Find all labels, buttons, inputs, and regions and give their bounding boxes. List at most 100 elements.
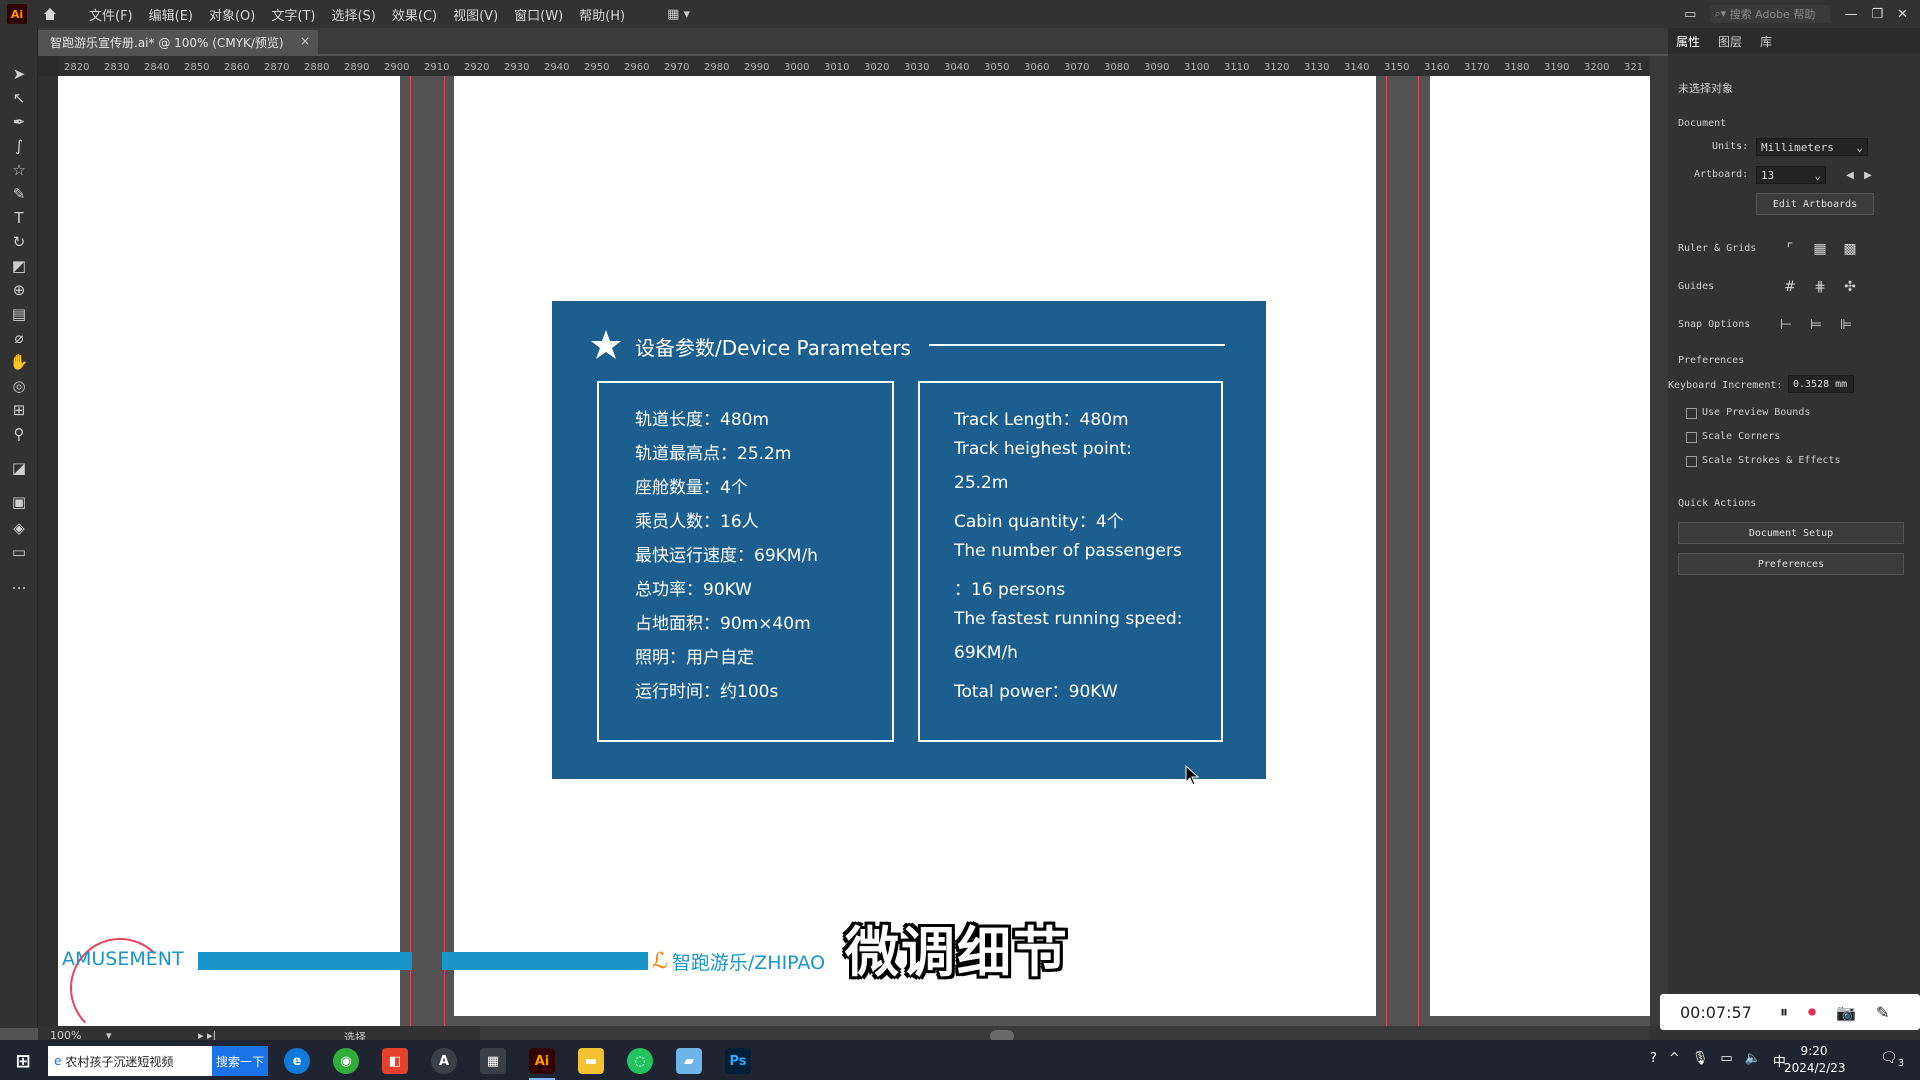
- zoom-tool-icon[interactable]: ⚲: [8, 424, 30, 444]
- volume-icon[interactable]: 🔈: [1745, 1051, 1761, 1070]
- document-tab[interactable]: 智跑游乐宣传册.ai* @ 100% (CMYK/预览) ×: [38, 30, 318, 54]
- screen-mode-icon[interactable]: ▭: [8, 542, 30, 562]
- close-window-icon[interactable]: ✕: [1897, 7, 1908, 22]
- menu-window[interactable]: 窗口(W): [506, 5, 571, 24]
- vertical-scrollbar[interactable]: [1650, 56, 1668, 1026]
- paintbrush-tool-icon[interactable]: ✎: [8, 184, 30, 204]
- tab-properties[interactable]: 属性: [1676, 33, 1700, 50]
- guide-line[interactable]: [1418, 76, 1419, 1026]
- minimize-icon[interactable]: —: [1844, 7, 1857, 22]
- artboard-right[interactable]: [1430, 76, 1650, 1016]
- photoshop-taskbar-icon[interactable]: Ps: [725, 1048, 751, 1074]
- document-setup-button[interactable]: Document Setup: [1678, 522, 1904, 544]
- eyedropper-tool-icon[interactable]: ⌀: [8, 328, 30, 348]
- pen-tool-icon[interactable]: ✒: [8, 112, 30, 132]
- microphone-icon[interactable]: 🎙: [1692, 1051, 1709, 1070]
- star-tool-icon[interactable]: ☆: [8, 160, 30, 180]
- edge-browser-icon[interactable]: e: [284, 1048, 310, 1074]
- horizontal-ruler[interactable]: 2820 2830 2840 2850 2860 2870 2880 2890 2900 2910…: [58, 56, 1650, 76]
- close-tab-icon[interactable]: ×: [300, 34, 310, 48]
- artboard-tool-icon[interactable]: ⊞: [8, 400, 30, 420]
- taskbar-search-input[interactable]: e 农村孩子沉迷短视频: [48, 1046, 212, 1076]
- browser-green-icon[interactable]: ◉: [333, 1048, 359, 1074]
- notification-center-icon[interactable]: 🗨3: [1880, 1050, 1904, 1069]
- network-icon[interactable]: ▭: [1720, 1051, 1732, 1070]
- help-search-input[interactable]: ⌕▾ 搜索 Adobe 帮助: [1710, 5, 1831, 23]
- menu-edit[interactable]: 编辑(E): [141, 5, 201, 24]
- stop-record-icon[interactable]: ⏺: [1808, 1002, 1816, 1022]
- smart-guides-icon[interactable]: ✣: [1840, 277, 1860, 297]
- rotate-tool-icon[interactable]: ↻: [8, 232, 30, 252]
- more-tools-icon[interactable]: …: [8, 574, 30, 594]
- menu-object[interactable]: 对象(O): [201, 5, 263, 24]
- grid-icon[interactable]: ▦: [1810, 239, 1830, 259]
- guide-line[interactable]: [1386, 76, 1387, 1026]
- pause-icon[interactable]: ⏸: [1780, 1002, 1788, 1022]
- vertical-ruler[interactable]: [38, 76, 58, 1026]
- eraser-tool-icon[interactable]: ◩: [8, 256, 30, 276]
- help-icon[interactable]: ?: [1650, 1051, 1657, 1070]
- ruler-corner[interactable]: [38, 56, 58, 76]
- curvature-tool-icon[interactable]: ∫: [8, 136, 30, 156]
- wechat-icon[interactable]: ◌: [627, 1048, 653, 1074]
- artboard-left[interactable]: [58, 76, 400, 1026]
- windows-start-icon[interactable]: ⊞: [10, 1048, 36, 1074]
- menu-effect[interactable]: 效果(C): [384, 5, 445, 24]
- chevron-up-icon[interactable]: ^: [1669, 1051, 1680, 1070]
- search-button[interactable]: 搜索一下: [212, 1046, 268, 1076]
- taskbar-clock[interactable]: 9:20 2024/2/23: [1784, 1043, 1846, 1077]
- app-a-icon[interactable]: A: [431, 1048, 457, 1074]
- panel-layout-icon[interactable]: ▭: [1684, 7, 1696, 22]
- menu-view[interactable]: 视图(V): [445, 5, 506, 24]
- chevron-down-icon: ⌄: [1814, 168, 1821, 182]
- device-parameters-card[interactable]: 设备参数/Device Parameters 轨道长度：480m 轨道最高点：25…: [552, 301, 1266, 779]
- canvas[interactable]: 设备参数/Device Parameters 轨道长度：480m 轨道最高点：25…: [58, 76, 1650, 1026]
- calculator-icon[interactable]: ▦: [480, 1048, 506, 1074]
- transparency-grid-icon[interactable]: ▩: [1840, 239, 1860, 259]
- previous-artboard-icon[interactable]: ◀: [1840, 165, 1860, 185]
- snap-to-point-icon[interactable]: ⊢: [1776, 315, 1796, 335]
- notes-app-icon[interactable]: ▰: [676, 1048, 702, 1074]
- color-mode-icon[interactable]: ▣: [8, 492, 30, 512]
- puppet-warp-tool-icon[interactable]: ✋: [8, 352, 30, 372]
- workspace-switcher-icon[interactable]: ▦ ▾: [667, 7, 690, 22]
- ruler-icon[interactable]: ⌜: [1780, 239, 1800, 259]
- menu-file[interactable]: 文件(F): [81, 5, 141, 24]
- blend-tool-icon[interactable]: ◎: [8, 376, 30, 396]
- app-red-icon[interactable]: ◧: [382, 1048, 408, 1074]
- file-explorer-icon[interactable]: ▬: [578, 1048, 604, 1074]
- next-artboard-icon[interactable]: ▶: [1858, 165, 1878, 185]
- use-preview-bounds-checkbox[interactable]: [1686, 408, 1697, 419]
- guide-line[interactable]: [444, 76, 445, 1026]
- draw-mode-icon[interactable]: ◈: [8, 518, 30, 538]
- scale-corners-checkbox[interactable]: [1686, 432, 1697, 443]
- illustrator-taskbar-icon[interactable]: Ai: [529, 1048, 555, 1074]
- show-guides-icon[interactable]: #: [1780, 277, 1800, 297]
- direct-selection-tool-icon[interactable]: ↖: [8, 88, 30, 108]
- home-icon[interactable]: [41, 5, 59, 23]
- tab-layers[interactable]: 图层: [1718, 33, 1742, 50]
- fill-stroke-icon[interactable]: ◪: [8, 458, 30, 478]
- units-select[interactable]: Millimeters ⌄: [1756, 138, 1868, 156]
- param-line-en: The number of passengers: [954, 541, 1182, 561]
- pen-icon[interactable]: ✎: [1876, 1003, 1889, 1022]
- shape-builder-tool-icon[interactable]: ⊕: [8, 280, 30, 300]
- guide-line[interactable]: [410, 76, 411, 1026]
- menu-help[interactable]: 帮助(H): [571, 5, 633, 24]
- edit-artboards-button[interactable]: Edit Artboards: [1756, 193, 1874, 215]
- selection-tool-icon[interactable]: ➤: [8, 64, 30, 84]
- scale-strokes-checkbox[interactable]: [1686, 456, 1697, 467]
- keyboard-increment-input[interactable]: 0.3528 mm: [1788, 375, 1854, 393]
- menu-select[interactable]: 选择(S): [323, 5, 383, 24]
- tab-libraries[interactable]: 库: [1760, 33, 1772, 50]
- type-tool-icon[interactable]: T: [8, 208, 30, 228]
- restore-icon[interactable]: ❐: [1871, 7, 1883, 22]
- snap-to-pixel-icon[interactable]: ⊨: [1806, 315, 1826, 335]
- gradient-tool-icon[interactable]: ▤: [8, 304, 30, 324]
- snap-to-glyph-icon[interactable]: ⊫: [1836, 315, 1856, 335]
- menu-type[interactable]: 文字(T): [263, 5, 323, 24]
- camera-icon[interactable]: 📷: [1836, 1003, 1856, 1022]
- lock-guides-icon[interactable]: ⋕: [1810, 277, 1830, 297]
- artboard-select[interactable]: 13 ⌄: [1756, 166, 1826, 184]
- preferences-button[interactable]: Preferences: [1678, 553, 1904, 575]
